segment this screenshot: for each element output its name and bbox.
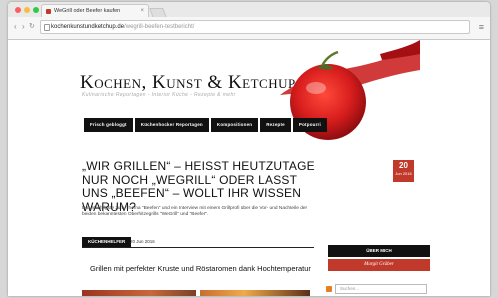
close-window-icon[interactable] <box>15 7 21 13</box>
browser-tab[interactable]: WeGrill oder Beefer kaufen × <box>41 4 149 17</box>
sidebar-about-heading[interactable]: ÜBER MICH <box>328 245 430 257</box>
nav-item-reportagen[interactable]: Küchenhocker Reportagen <box>134 118 209 132</box>
article-photo-steak <box>200 290 310 296</box>
tomato-ketchup-image <box>280 40 420 140</box>
nav-item-kompositionen[interactable]: Kompositionen <box>210 118 259 132</box>
date-badge: 20 Jun 2016 <box>393 160 414 182</box>
tab-close-icon[interactable]: × <box>140 5 144 17</box>
nav-item-potpourri[interactable]: Potpourri <box>292 118 327 132</box>
browser-menu-icon[interactable]: ≡ <box>479 22 484 32</box>
browser-window: WeGrill oder Beefer kaufen × ‹ › ↻ koche… <box>8 2 490 296</box>
sidebar-author-signature: Margit Gräber <box>328 259 430 271</box>
meta-date: 20 Jun 2016 <box>130 239 155 244</box>
date-day: 20 <box>399 161 408 170</box>
article-subtitle: Grillen mit perfekter Kruste und Röstaro… <box>90 264 311 273</box>
sidebar-search: Suchen... <box>326 284 430 295</box>
browser-chrome: WeGrill oder Beefer kaufen × ‹ › ↻ koche… <box>8 2 490 40</box>
site-logo[interactable]: Kochen, Kunst & Ketchup <box>80 72 296 94</box>
rss-icon[interactable] <box>326 286 332 292</box>
maximize-window-icon[interactable] <box>33 7 39 13</box>
forward-icon[interactable]: › <box>22 22 25 32</box>
date-month: Jun 2016 <box>395 171 412 176</box>
reload-icon[interactable]: ↻ <box>29 22 35 32</box>
minimize-window-icon[interactable] <box>24 7 30 13</box>
page-info-icon[interactable] <box>44 24 50 31</box>
tab-title: WeGrill oder Beefer kaufen <box>54 8 121 14</box>
site-tagline: Kulinarische Reportagen - Interior Küche… <box>82 92 236 98</box>
url-host: kochenkunstundketchup.de <box>51 24 125 30</box>
url-path: /wegrill-beefen-testbericht/ <box>124 24 195 30</box>
nav-item-rezepte[interactable]: Rezepte <box>260 118 291 132</box>
article-photo-grill <box>82 290 196 296</box>
article-meta: KÜCHENHELFER 20 Jun 2016 <box>82 237 314 248</box>
search-input[interactable]: Suchen... <box>335 284 427 294</box>
article-excerpt: Das Wichtigste zum Thema "Beefen" und ei… <box>82 206 308 217</box>
address-bar[interactable]: kochenkunstundketchup.de/wegrill-beefen-… <box>40 20 470 34</box>
main-navigation: Frisch gebloggt Küchenhocker Reportagen … <box>84 118 329 132</box>
favicon-icon <box>46 9 51 14</box>
browser-toolbar: ‹ › ↻ kochenkunstundketchup.de/wegrill-b… <box>8 17 490 39</box>
web-page: Kochen, Kunst & Ketchup Kulinarische Rep… <box>8 40 490 296</box>
nav-item-frisch-gebloggt[interactable]: Frisch gebloggt <box>84 118 133 132</box>
back-icon[interactable]: ‹ <box>14 22 17 32</box>
category-tag[interactable]: KÜCHENHELFER <box>82 237 132 247</box>
